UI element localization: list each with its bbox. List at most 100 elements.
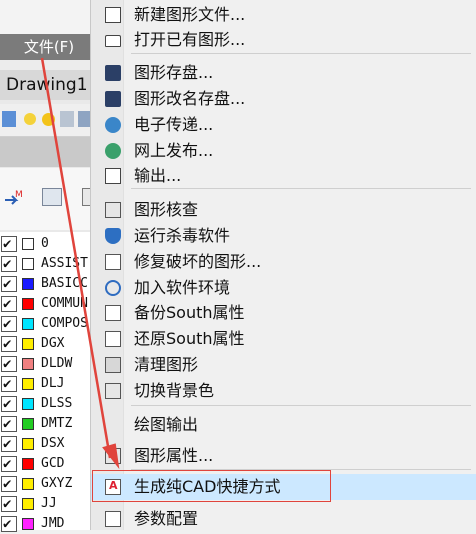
- layer-visible-checkbox[interactable]: [1, 314, 17, 334]
- menu-item[interactable]: 加入软件环境: [91, 275, 476, 301]
- menu-item-label: 新建图形文件...: [134, 5, 246, 24]
- menu-item-label: 图形属性...: [134, 446, 214, 465]
- layer-name: DLJ: [41, 376, 65, 391]
- menu-item-label: 打开已有图形...: [134, 30, 246, 49]
- layer-toolbar: [0, 104, 100, 137]
- settings-sliders-icon: [105, 511, 121, 527]
- layer-name: BASICC: [41, 276, 88, 291]
- backup-properties-icon: [105, 305, 121, 321]
- layer-color-swatch: [22, 438, 34, 450]
- menu-item-label: 输出...: [134, 166, 182, 185]
- layer-visible-checkbox[interactable]: [1, 334, 17, 354]
- layer-visible-checkbox[interactable]: [1, 454, 17, 474]
- menu-item[interactable]: 还原South属性: [91, 326, 476, 352]
- layer-visible-checkbox[interactable]: [1, 474, 17, 494]
- svg-text:M: M: [15, 190, 23, 200]
- layer-lock-icon[interactable]: [60, 111, 74, 127]
- drawing-tab[interactable]: Drawing1: [0, 70, 100, 100]
- menu-separator: [131, 53, 471, 54]
- menu-item-label: 运行杀毒软件: [134, 226, 231, 245]
- file-menu-button[interactable]: 文件(F): [0, 34, 98, 60]
- layer-name: GXYZ: [41, 476, 73, 491]
- layer-row[interactable]: DLJ: [0, 374, 100, 394]
- menu-item-label: 还原South属性: [134, 329, 245, 348]
- menu-item[interactable]: 网上发布...: [91, 138, 476, 164]
- layer-visible-checkbox[interactable]: [1, 274, 17, 294]
- layer-state-icon[interactable]: [2, 111, 16, 127]
- layer-visible-checkbox[interactable]: [1, 234, 17, 254]
- menu-item[interactable]: 清理图形: [91, 352, 476, 378]
- menu-item-label: 修复破坏的图形...: [134, 252, 262, 271]
- layer-visible-checkbox[interactable]: [1, 494, 17, 514]
- layer-name: JMD: [41, 516, 65, 531]
- cad-app-background: 文件(F) Drawing1 M 0 ASSIST BASICC COMMUN COMP…: [0, 0, 100, 534]
- ribbon-band: [0, 137, 100, 167]
- layer-row[interactable]: JMD: [0, 514, 100, 534]
- layer-color-swatch: [22, 498, 34, 510]
- layer-color-swatch: [22, 478, 34, 490]
- layer-properties-icon[interactable]: [42, 188, 62, 206]
- layer-visible-checkbox[interactable]: [1, 394, 17, 414]
- save-as-icon: [105, 91, 121, 107]
- layer-name: JJ: [41, 496, 57, 511]
- layer-row[interactable]: 0: [0, 234, 100, 254]
- layer-row[interactable]: DMTZ: [0, 414, 100, 434]
- layer-row[interactable]: JJ: [0, 494, 100, 514]
- layer-name: DGX: [41, 336, 65, 351]
- menu-item[interactable]: 图形存盘...: [91, 60, 476, 86]
- layer-name: ASSIST: [41, 256, 88, 271]
- layer-name: COMPOS: [41, 316, 88, 331]
- menu-item[interactable]: 图形属性...: [91, 443, 476, 469]
- purge-trash-icon: [105, 357, 121, 373]
- menu-item[interactable]: 新建图形文件...: [91, 2, 476, 28]
- menu-separator: [131, 405, 471, 406]
- menu-item-label: 图形核查: [134, 200, 199, 219]
- menu-item[interactable]: 图形核查: [91, 197, 476, 223]
- layer-match-icon[interactable]: M: [4, 188, 24, 206]
- layer-row[interactable]: DLSS: [0, 394, 100, 414]
- menu-item[interactable]: 输出...: [91, 163, 476, 189]
- layer-row[interactable]: ASSIST: [0, 254, 100, 274]
- layer-color-swatch: [22, 358, 34, 370]
- menu-item-label: 绘图输出: [134, 415, 199, 434]
- sun-freeze-icon[interactable]: [42, 113, 55, 126]
- layer-row[interactable]: GXYZ: [0, 474, 100, 494]
- menu-item-label: 网上发布...: [134, 141, 214, 160]
- layer-row[interactable]: GCD: [0, 454, 100, 474]
- layer-row[interactable]: BASICC: [0, 274, 100, 294]
- layer-name: DMTZ: [41, 416, 73, 431]
- menu-item[interactable]: 修复破坏的图形...: [91, 249, 476, 275]
- layer-visible-checkbox[interactable]: [1, 434, 17, 454]
- menu-item-label: 切换背景色: [134, 381, 215, 400]
- menu-item[interactable]: 参数配置: [91, 506, 476, 532]
- layer-row[interactable]: COMPOS: [0, 314, 100, 334]
- layer-visible-checkbox[interactable]: [1, 354, 17, 374]
- export-icon: [105, 168, 121, 184]
- layer-visible-checkbox[interactable]: [1, 414, 17, 434]
- layer-row[interactable]: COMMUN: [0, 294, 100, 314]
- layer-row[interactable]: DSX: [0, 434, 100, 454]
- layer-row[interactable]: DLDW: [0, 354, 100, 374]
- restore-properties-icon: [105, 331, 121, 347]
- layer-row[interactable]: DGX: [0, 334, 100, 354]
- layer-visible-checkbox[interactable]: [1, 374, 17, 394]
- layer-color-swatch: [22, 318, 34, 330]
- menu-item[interactable]: 运行杀毒软件: [91, 223, 476, 249]
- publish-web-icon: [105, 143, 121, 159]
- menu-item[interactable]: 图形改名存盘...: [91, 86, 476, 112]
- menu-item[interactable]: 绘图输出: [91, 412, 476, 438]
- layer-list: 0 ASSIST BASICC COMMUN COMPOS DGX DLDW DLJ DLSS D…: [0, 232, 100, 534]
- new-document-icon: [105, 7, 121, 23]
- menu-item[interactable]: 打开已有图形...: [91, 27, 476, 53]
- light-bulb-icon[interactable]: [24, 113, 36, 125]
- menu-item[interactable]: 电子传递...: [91, 112, 476, 138]
- layer-color-swatch: [22, 378, 34, 390]
- menu-item[interactable]: 备份South属性: [91, 300, 476, 326]
- menu-item-label: 图形存盘...: [134, 63, 214, 82]
- etransmit-icon: [105, 117, 121, 133]
- layer-name: 0: [41, 236, 49, 251]
- layer-visible-checkbox[interactable]: [1, 294, 17, 314]
- layer-color-swatch: [22, 398, 34, 410]
- layer-visible-checkbox[interactable]: [1, 254, 17, 274]
- menu-item[interactable]: 切换背景色: [91, 378, 476, 404]
